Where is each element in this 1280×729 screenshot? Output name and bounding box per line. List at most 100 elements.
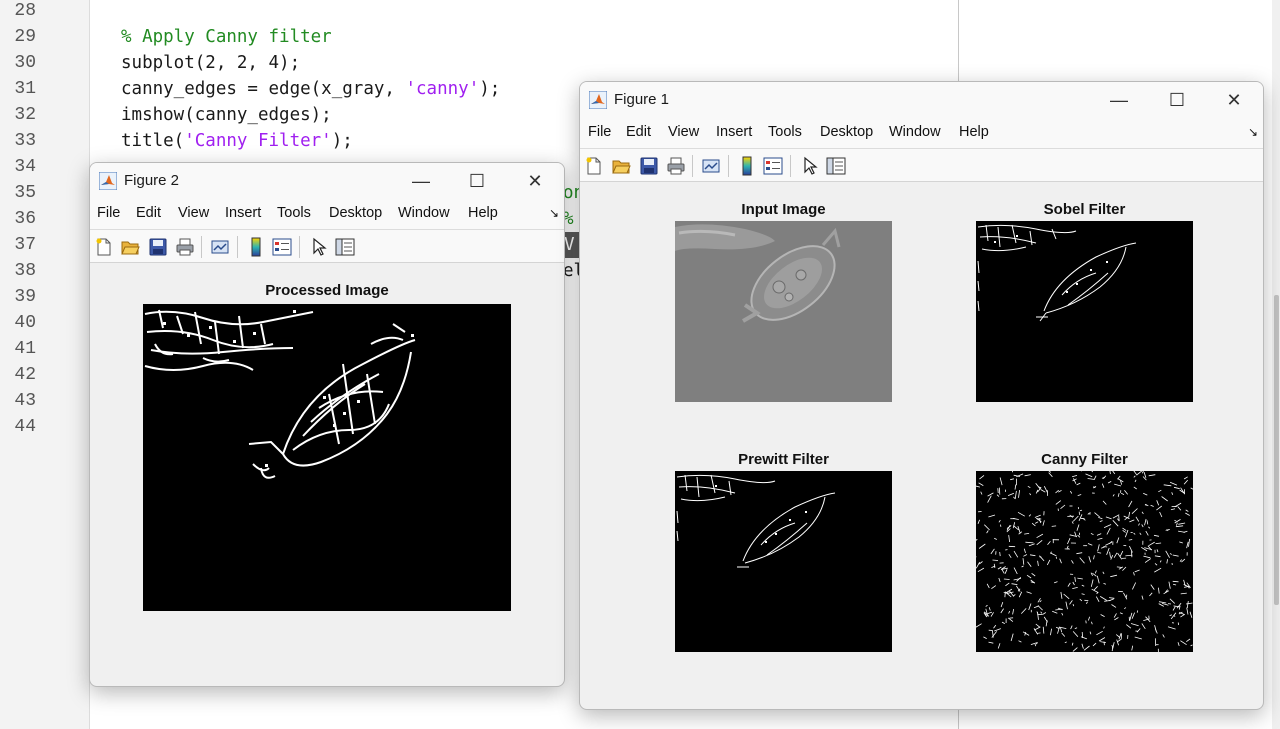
menu-dock-arrow-icon[interactable]: ↘: [549, 206, 559, 220]
minimize-icon[interactable]: —: [1104, 88, 1134, 112]
menu-file[interactable]: File: [97, 205, 120, 221]
menu-edit[interactable]: Edit: [136, 205, 161, 221]
menu-view[interactable]: View: [178, 205, 209, 221]
insert-colorbar-icon[interactable]: [246, 237, 266, 257]
code-fragment[interactable]: V: [564, 235, 575, 255]
print-icon[interactable]: [666, 156, 686, 176]
edge-stroke: [1021, 565, 1024, 568]
edge-stroke: [1146, 520, 1149, 525]
input-image[interactable]: [675, 221, 892, 402]
edge-stroke: [1180, 640, 1187, 646]
menu-window[interactable]: Window: [398, 205, 450, 221]
maximize-icon[interactable]: ☐: [1162, 88, 1192, 112]
edge-stroke: [1172, 606, 1176, 611]
code-line[interactable]: subplot(2, 2, 4);: [121, 53, 300, 73]
new-figure-icon[interactable]: [584, 156, 604, 176]
edge-stroke: [1097, 544, 1100, 552]
code-line[interactable]: imshow(canny_edges);: [121, 105, 332, 125]
edit-plot-pointer-icon[interactable]: [309, 237, 329, 257]
property-inspector-icon[interactable]: [335, 237, 355, 257]
edge-stroke: [1170, 612, 1177, 620]
close-icon[interactable]: ✕: [520, 169, 550, 193]
menu-help[interactable]: Help: [959, 124, 989, 140]
minimize-icon[interactable]: —: [406, 169, 436, 193]
menu-desktop[interactable]: Desktop: [820, 124, 873, 140]
edge-stroke: [1092, 572, 1097, 577]
edge-stroke: [1176, 602, 1182, 609]
edge-stroke: [1158, 587, 1160, 594]
insert-legend-icon[interactable]: [272, 237, 292, 257]
edge-stroke: [1134, 569, 1140, 573]
link-plot-icon[interactable]: [210, 237, 230, 257]
menu-tools[interactable]: Tools: [277, 205, 311, 221]
edge-stroke: [1131, 645, 1134, 651]
toolbar-separator: [201, 236, 202, 258]
edge-stroke: [1072, 647, 1078, 652]
menu-dock-arrow-icon[interactable]: ↘: [1248, 125, 1258, 139]
edge-stroke: [1094, 475, 1097, 480]
edge-stroke: [1180, 592, 1187, 595]
menu-file[interactable]: File: [588, 124, 611, 140]
edge-stroke: [1013, 550, 1019, 558]
edge-stroke: [1001, 621, 1005, 624]
edge-stroke: [1173, 486, 1180, 490]
code-line[interactable]: canny_edges = edge(x_gray, 'canny');: [121, 79, 500, 99]
menu-desktop[interactable]: Desktop: [329, 205, 382, 221]
edge-stroke: [1102, 500, 1107, 505]
save-icon[interactable]: [639, 156, 659, 176]
title-bar[interactable]: Figure 2 — ☐ ✕: [90, 163, 564, 199]
prewitt-edge-image[interactable]: [675, 471, 892, 652]
edge-stroke: [1103, 546, 1108, 548]
edge-stroke: [1156, 549, 1159, 553]
edge-stroke: [1076, 482, 1081, 486]
edge-stroke: [1102, 571, 1105, 575]
menu-edit[interactable]: Edit: [626, 124, 651, 140]
sobel-edge-image[interactable]: [976, 221, 1193, 402]
edge-stroke: [1186, 602, 1193, 605]
edge-stroke: [1031, 572, 1036, 577]
edge-stroke: [1061, 612, 1064, 616]
edit-plot-pointer-icon[interactable]: [800, 156, 820, 176]
open-file-icon[interactable]: [611, 156, 631, 176]
edge-stroke: [1071, 521, 1074, 524]
edge-stroke: [1079, 557, 1085, 564]
insert-legend-icon[interactable]: [763, 156, 783, 176]
edge-stroke: [1183, 530, 1188, 533]
menu-help[interactable]: Help: [468, 205, 498, 221]
editor-scrollbar-thumb[interactable]: [1274, 295, 1279, 605]
menu-view[interactable]: View: [668, 124, 699, 140]
close-icon[interactable]: ✕: [1219, 88, 1249, 112]
code-line[interactable]: title('Canny Filter');: [121, 131, 353, 151]
edge-stroke: [1174, 519, 1177, 522]
figure-2-window[interactable]: Figure 2 — ☐ ✕ File Edit View Insert Too…: [89, 162, 565, 687]
property-inspector-icon[interactable]: [826, 156, 846, 176]
open-file-icon[interactable]: [120, 237, 140, 257]
edge-stroke: [1154, 628, 1158, 634]
menu-insert[interactable]: Insert: [716, 124, 752, 140]
edge-stroke: [1113, 552, 1118, 558]
menu-insert[interactable]: Insert: [225, 205, 261, 221]
print-icon[interactable]: [175, 237, 195, 257]
axes-title: Input Image: [741, 201, 826, 218]
save-icon[interactable]: [148, 237, 168, 257]
canny-edge-image[interactable]: [976, 471, 1193, 652]
edge-stroke: [1048, 472, 1053, 478]
edge-stroke: [993, 624, 997, 629]
edge-stroke: [1108, 598, 1114, 602]
edge-stroke: [976, 623, 982, 628]
new-figure-icon[interactable]: [94, 237, 114, 257]
menu-window[interactable]: Window: [889, 124, 941, 140]
edge-stroke: [1091, 621, 1093, 625]
edge-stroke: [1008, 535, 1010, 543]
insert-colorbar-icon[interactable]: [737, 156, 757, 176]
code-line-comment[interactable]: % Apply Canny filter: [121, 27, 332, 47]
figure-1-window[interactable]: Figure 1 — ☐ ✕ File Edit View Insert Too…: [579, 81, 1264, 710]
link-plot-icon[interactable]: [701, 156, 721, 176]
title-bar[interactable]: Figure 1 — ☐ ✕: [580, 82, 1263, 118]
menu-tools[interactable]: Tools: [768, 124, 802, 140]
edge-stroke: [1106, 527, 1111, 535]
processed-edge-image[interactable]: [143, 304, 511, 611]
edge-stroke: [1139, 532, 1142, 536]
maximize-icon[interactable]: ☐: [462, 169, 492, 193]
edge-stroke: [1100, 614, 1105, 617]
